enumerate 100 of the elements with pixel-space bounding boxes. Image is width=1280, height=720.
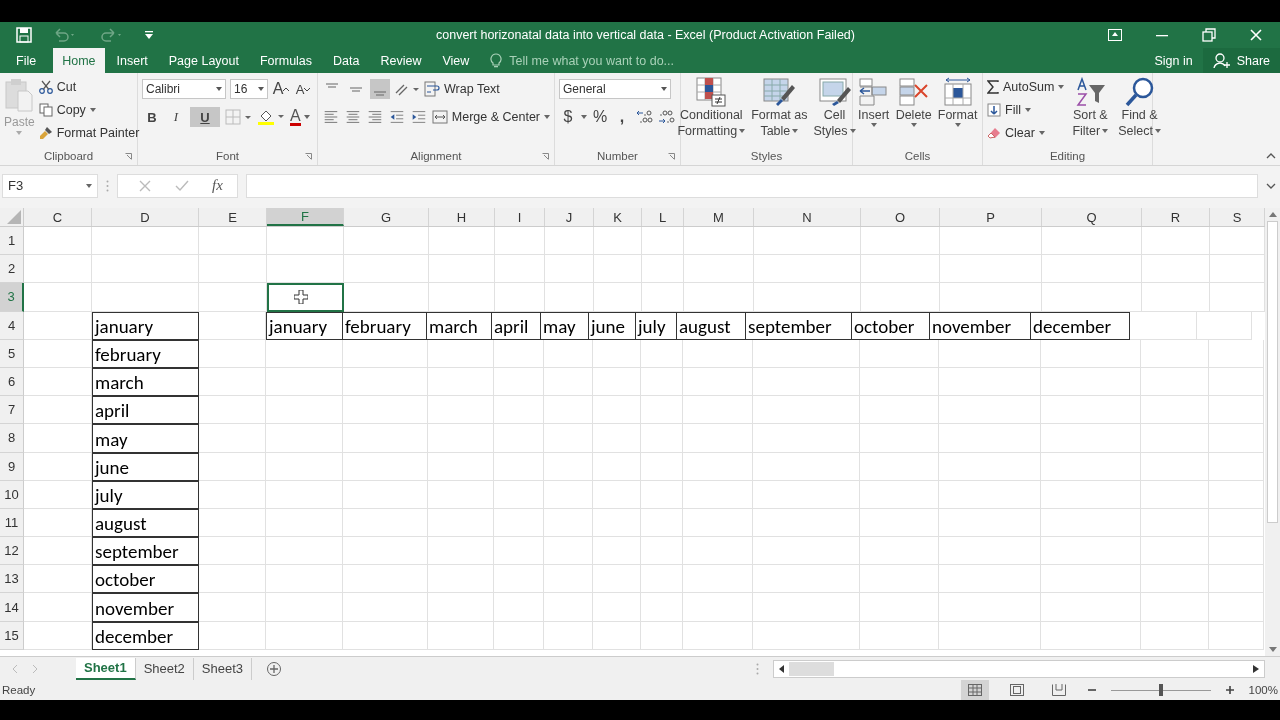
shrink-font-button[interactable]: A xyxy=(294,79,312,99)
column-header[interactable]: H xyxy=(429,208,495,226)
ribbon-tab[interactable]: Review xyxy=(371,48,431,73)
cells-button[interactable]: Insert xyxy=(855,77,892,147)
grow-font-button[interactable]: A xyxy=(272,79,290,99)
caret-icon[interactable] xyxy=(581,115,587,119)
customize-caret-icon[interactable] xyxy=(144,30,154,40)
redo-icon[interactable] xyxy=(98,27,124,43)
row-header[interactable]: 6 xyxy=(0,367,24,397)
copy-button[interactable]: Copy xyxy=(38,100,140,120)
styles-button[interactable]: Cell Styles xyxy=(811,77,858,147)
styles-button[interactable]: Format as Table xyxy=(749,77,810,147)
insert-function-button[interactable]: fx xyxy=(212,177,223,194)
row-header[interactable]: 1 xyxy=(0,227,24,256)
dialog-launcher-icon[interactable] xyxy=(668,152,675,160)
tell-me-field[interactable]: Tell me what you want to do... xyxy=(490,48,692,73)
underline-button[interactable]: U xyxy=(190,107,220,127)
number-format-dropdown[interactable]: General xyxy=(559,79,671,99)
row-header[interactable]: 13 xyxy=(0,565,24,594)
cells-button[interactable]: Delete xyxy=(893,77,934,147)
restore-icon[interactable] xyxy=(1202,28,1216,42)
scroll-up-icon[interactable] xyxy=(1268,212,1277,217)
column-header[interactable]: O xyxy=(861,208,940,226)
column-header[interactable]: M xyxy=(684,208,754,226)
row-header[interactable]: 12 xyxy=(0,537,24,566)
styles-button[interactable]: Conditional Formatting xyxy=(675,77,748,147)
sheet-tab[interactable]: Sheet1 xyxy=(76,657,136,680)
dialog-launcher-icon[interactable] xyxy=(305,152,312,160)
zoom-level[interactable]: 100% xyxy=(1248,684,1278,696)
name-box[interactable]: F3 xyxy=(2,173,98,198)
sign-in-link[interactable]: Sign in xyxy=(1144,48,1203,73)
column-header[interactable]: L xyxy=(642,208,684,226)
decrease-decimal-icon[interactable] xyxy=(657,108,675,126)
font-color-button[interactable]: A xyxy=(290,107,310,127)
font-name-dropdown[interactable]: Calibri xyxy=(142,79,226,99)
column-header[interactable]: Q xyxy=(1042,208,1142,226)
percent-button[interactable]: % xyxy=(591,107,609,127)
horizontal-align-icon[interactable] xyxy=(322,108,340,126)
sheet-tab[interactable]: Sheet2 xyxy=(135,657,194,680)
save-icon[interactable] xyxy=(16,27,32,43)
row-header[interactable]: 15 xyxy=(0,621,24,650)
scroll-left-icon[interactable] xyxy=(779,664,785,673)
format-painter-button[interactable]: Format Painter xyxy=(38,123,140,143)
clear-button[interactable]: Clear xyxy=(987,123,1065,143)
merge-center-button[interactable]: Merge & Center xyxy=(431,107,550,127)
ribbon-tab[interactable]: Data xyxy=(324,48,369,73)
wrap-text-button[interactable]: Wrap Text xyxy=(424,79,500,99)
close-icon[interactable] xyxy=(1250,29,1262,41)
row-header[interactable]: 8 xyxy=(0,424,24,453)
font-size-dropdown[interactable]: 16 xyxy=(230,79,268,99)
bold-button[interactable]: B xyxy=(142,107,162,127)
sort-filter-button[interactable]: Sort & Filter xyxy=(1070,77,1111,147)
row-header[interactable]: 7 xyxy=(0,396,24,425)
add-sheet-icon[interactable] xyxy=(266,660,283,677)
row-header[interactable]: 4 xyxy=(0,311,24,340)
collapse-ribbon-icon[interactable] xyxy=(1266,153,1276,159)
ribbon-tab[interactable]: File xyxy=(0,48,51,73)
row-header[interactable]: 3 xyxy=(0,283,24,312)
ribbon-tab[interactable]: Formulas xyxy=(250,48,322,73)
cells-button[interactable]: Format xyxy=(935,77,980,147)
column-header[interactable]: R xyxy=(1142,208,1210,226)
column-header[interactable]: I xyxy=(495,208,545,226)
horizontal-scrollbar[interactable] xyxy=(773,659,1265,678)
fill-color-icon[interactable] xyxy=(256,108,286,126)
scroll-down-icon[interactable] xyxy=(1268,647,1277,652)
share-button[interactable]: Share xyxy=(1202,48,1280,73)
dialog-launcher-icon[interactable] xyxy=(542,152,549,160)
fill-button[interactable]: Fill xyxy=(987,100,1065,120)
row-header[interactable]: 14 xyxy=(0,593,24,622)
find-select-button[interactable]: Find & Select xyxy=(1116,77,1163,147)
row-header[interactable]: 11 xyxy=(0,508,24,538)
cut-button[interactable]: Cut xyxy=(38,77,140,97)
enter-icon[interactable] xyxy=(174,178,190,193)
formula-input[interactable] xyxy=(245,173,1258,198)
column-header[interactable]: F xyxy=(267,208,344,226)
dialog-launcher-icon[interactable] xyxy=(125,152,132,160)
ribbon-tab[interactable]: Home xyxy=(53,48,105,73)
cancel-icon[interactable] xyxy=(138,178,152,193)
active-cell[interactable] xyxy=(267,283,344,312)
column-header[interactable]: K xyxy=(594,208,642,226)
increase-decimal-icon[interactable] xyxy=(635,108,653,126)
column-header[interactable]: C xyxy=(24,208,92,226)
zoom-in-icon[interactable] xyxy=(1224,685,1235,695)
column-header[interactable]: P xyxy=(940,208,1042,226)
comma-style-button[interactable]: , xyxy=(613,107,631,127)
ribbon-tab[interactable]: View xyxy=(433,48,479,73)
row-header[interactable]: 10 xyxy=(0,480,24,509)
scrollbar-thumb[interactable] xyxy=(789,661,834,676)
row-header[interactable]: 5 xyxy=(0,339,24,368)
expand-caret-icon[interactable] xyxy=(1266,182,1276,189)
row-header[interactable]: 9 xyxy=(0,452,24,481)
italic-button[interactable]: I xyxy=(166,107,186,127)
autosum-button[interactable]: AutoSum xyxy=(987,77,1065,97)
column-header[interactable]: D xyxy=(92,208,199,226)
column-header[interactable]: J xyxy=(545,208,594,226)
row-header[interactable]: 2 xyxy=(0,255,24,284)
column-header[interactable]: N xyxy=(754,208,861,226)
ribbon-display-icon[interactable] xyxy=(1108,29,1122,41)
ribbon-tab[interactable]: Page Layout xyxy=(159,48,248,73)
sheet-tab[interactable]: Sheet3 xyxy=(193,657,253,680)
